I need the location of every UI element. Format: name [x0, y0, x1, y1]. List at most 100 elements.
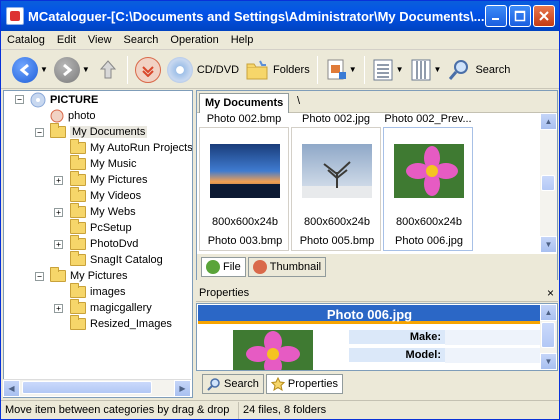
tree-horizontal-scrollbar[interactable]: ◀ ▶: [3, 379, 191, 397]
search-button[interactable]: Search: [444, 53, 513, 87]
tab-thumbnail-label: Thumbnail: [269, 261, 322, 273]
export-dropdown-icon[interactable]: ▼: [349, 65, 357, 74]
menu-search[interactable]: Search: [118, 31, 165, 50]
properties-close-icon[interactable]: ×: [547, 285, 554, 302]
flower-image: [394, 144, 464, 198]
scroll-down-icon[interactable]: ▼: [540, 353, 557, 370]
tree-item-my-videos[interactable]: My Videos: [70, 187, 141, 204]
tree-item-resized-images[interactable]: Resized_Images: [70, 315, 172, 332]
tree-item-images[interactable]: images: [70, 283, 125, 300]
tree-item-photodvd[interactable]: PhotoDvd: [70, 235, 138, 252]
scroll-right-icon[interactable]: ▶: [174, 379, 191, 397]
menu-catalog[interactable]: Catalog: [1, 31, 51, 50]
tree-item-my-webs[interactable]: My Webs: [70, 203, 136, 220]
disc-icon: [166, 56, 193, 83]
content-pane: My Documents \ Photo 002.bmp Photo 002.j…: [196, 90, 558, 280]
minimize-icon: [492, 18, 499, 20]
folders-button[interactable]: Folders: [242, 53, 313, 87]
menu-bar: Catalog Edit View Search Operation Help: [1, 31, 559, 50]
title-bar[interactable]: MCataloguer-[C:\Documents and Settings\A…: [1, 1, 559, 31]
tab-properties-label: Properties: [287, 378, 338, 390]
up-button[interactable]: [93, 53, 123, 87]
scroll-down-icon[interactable]: ▼: [540, 236, 557, 253]
file-name[interactable]: Photo 002.jpg: [291, 113, 381, 125]
menu-help[interactable]: Help: [225, 31, 260, 50]
tree-item-label: My Pictures: [70, 270, 128, 282]
tab-my-documents[interactable]: My Documents: [199, 93, 290, 113]
status-hint: Move item between categories by drag & d…: [1, 401, 239, 419]
tree-item-autorun[interactable]: My AutoRun Projects: [70, 139, 193, 156]
thumbnail-item[interactable]: 800x600x24b Photo 003.bmp: [199, 127, 289, 251]
thumbnail-grid[interactable]: Photo 002.bmp Photo 002.jpg Photo 002_Pr…: [197, 113, 541, 253]
content-vertical-scrollbar[interactable]: ▲ ▼: [540, 113, 557, 253]
content-tab-header: My Documents \: [197, 91, 557, 113]
scroll-thumb[interactable]: [22, 380, 152, 394]
app-icon: [6, 7, 24, 25]
export-button[interactable]: ▼: [322, 53, 360, 87]
window-title: MCataloguer-[C:\Documents and Settings\A…: [28, 8, 485, 24]
tree-item-snagit[interactable]: SnagIt Catalog: [70, 251, 163, 268]
field-make-label: Make:: [349, 330, 445, 345]
menu-operation[interactable]: Operation: [164, 31, 224, 50]
catalog-icon: [50, 109, 64, 123]
cddvd-button[interactable]: CD/DVD: [164, 53, 242, 87]
tab-properties[interactable]: Properties: [265, 374, 343, 394]
tree-item-my-pictures[interactable]: My Pictures: [70, 171, 147, 188]
back-button[interactable]: ▼: [9, 53, 51, 87]
tree-item-my-documents[interactable]: My Documents: [50, 123, 148, 140]
thumbnail-item-selected[interactable]: 800x600x24b Photo 006.jpg: [383, 127, 473, 251]
folder-icon: [70, 219, 86, 234]
tree-item-magicgallery[interactable]: magicgallery: [70, 299, 152, 316]
tree-expand-toggle[interactable]: +: [54, 176, 63, 185]
tree-item-photo[interactable]: photo: [50, 108, 96, 124]
magnifier-icon: [449, 59, 469, 80]
tree-item-label: PcSetup: [90, 222, 132, 234]
field-model-label: Model:: [349, 348, 445, 363]
tree-expand-toggle[interactable]: +: [54, 240, 63, 249]
file-name[interactable]: Photo 002_Prev...: [383, 113, 473, 125]
scroll-up-icon[interactable]: ▲: [540, 304, 557, 321]
tree-item-root[interactable]: PICTURE: [30, 92, 98, 108]
view-tabs: File Thumbnail: [197, 254, 557, 280]
tree-item-my-pictures-root[interactable]: My Pictures: [50, 267, 128, 284]
maximize-button[interactable]: [509, 5, 531, 27]
menu-view[interactable]: View: [82, 31, 118, 50]
properties-body: Photo 006.jpg Make: Model: ▲ ▼: [196, 303, 558, 371]
tree-item-my-music[interactable]: My Music: [70, 155, 137, 172]
tree-item-label: My AutoRun Projects: [90, 142, 193, 154]
tree-collapse-toggle[interactable]: −: [35, 272, 44, 281]
file-name[interactable]: Photo 002.bmp: [199, 113, 289, 125]
menu-edit[interactable]: Edit: [51, 31, 82, 50]
forward-dropdown-icon[interactable]: ▼: [82, 65, 90, 74]
folder-icon: [70, 203, 86, 218]
view-columns-button[interactable]: ▼: [407, 53, 445, 87]
tab-search[interactable]: Search: [202, 374, 264, 394]
view-details-button[interactable]: ▼: [369, 53, 407, 87]
thumbnail-item[interactable]: 800x600x24b Photo 005.bmp: [291, 127, 381, 251]
back-dropdown-icon[interactable]: ▼: [40, 65, 48, 74]
view-details-dropdown-icon[interactable]: ▼: [396, 65, 404, 74]
properties-panel: Properties × Photo 006.jpg Make: Model: …: [196, 285, 558, 397]
tab-file[interactable]: File: [201, 257, 246, 277]
tree-expand-toggle[interactable]: +: [54, 208, 63, 217]
folders-icon: [246, 60, 268, 79]
minimize-button[interactable]: [485, 5, 507, 27]
tree-item-label: My Music: [90, 158, 137, 170]
cddvd-label: CD/DVD: [196, 63, 240, 76]
catalog-button[interactable]: [132, 53, 164, 87]
view-columns-dropdown-icon[interactable]: ▼: [434, 65, 442, 74]
scroll-left-icon[interactable]: ◀: [3, 379, 20, 397]
tab-thumbnail[interactable]: Thumbnail: [247, 257, 327, 277]
close-button[interactable]: [533, 5, 555, 27]
forward-button[interactable]: ▼: [51, 53, 93, 87]
properties-vertical-scrollbar[interactable]: ▲ ▼: [540, 304, 557, 370]
folder-tree[interactable]: − PICTURE photo − My Documents My AutoRu…: [3, 90, 193, 398]
scroll-thumb[interactable]: [541, 175, 555, 191]
tree-expand-toggle[interactable]: +: [54, 304, 63, 313]
scroll-thumb[interactable]: [541, 322, 555, 348]
tree-collapse-toggle[interactable]: −: [15, 95, 24, 104]
tree-collapse-toggle[interactable]: −: [35, 128, 44, 137]
tree-item-label: My Documents: [70, 126, 148, 138]
tree-item-pcsetup[interactable]: PcSetup: [70, 219, 132, 236]
scroll-up-icon[interactable]: ▲: [540, 113, 557, 130]
